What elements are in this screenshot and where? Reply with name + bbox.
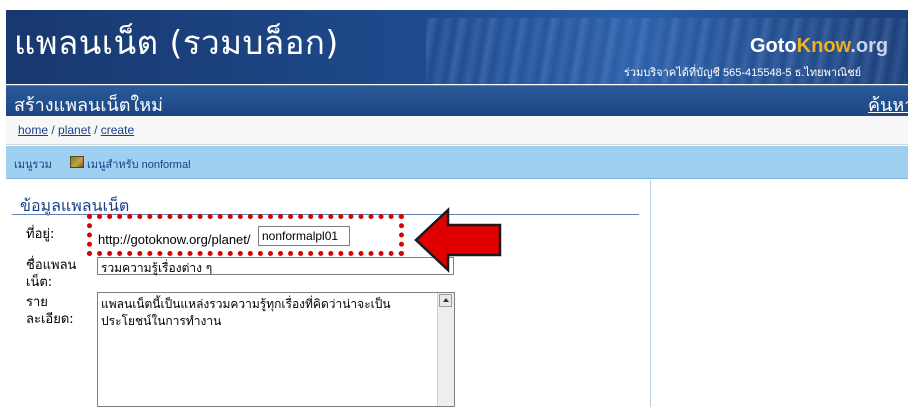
red-arrow-icon [414, 207, 502, 273]
description-label: ราย ละเอียด: [26, 294, 74, 328]
breadcrumb: home / planet / create [6, 116, 908, 145]
gotoknow-logo[interactable]: GotoKnow.org [750, 35, 888, 58]
page-titlebar: สร้างแพลนเน็ตใหม่ ค้นหา [6, 85, 908, 116]
menu-folder-icon [70, 156, 84, 168]
menu-bar: เมนูรวม เมนูสำหรับ nonformal [6, 146, 908, 179]
menu-nonformal[interactable]: เมนูสำหรับ nonformal [87, 155, 191, 173]
sidebar-divider [650, 180, 651, 407]
search-link[interactable]: ค้นหา [868, 90, 908, 119]
description-label-line2: ละเอียด: [26, 312, 74, 327]
donation-notice: ร่วมบริจาคได้ที่บัญชี 565-415548-5 ธ.ไทย… [624, 67, 862, 79]
name-label-line2: เน็ต: [26, 275, 53, 290]
name-label-line1: ชื่อแพลน [26, 258, 77, 273]
site-banner: แพลนเน็ต (รวมบล็อก) GotoKnow.org ร่วมบริ… [6, 10, 908, 84]
logo-know: Know [796, 35, 851, 57]
arrow-shape [414, 207, 502, 273]
logo-org: .org [850, 35, 889, 57]
highlight-box [87, 214, 404, 256]
logo-goto: Goto [750, 35, 797, 57]
breadcrumb-separator: / [48, 123, 59, 137]
breadcrumb-create[interactable]: create [101, 123, 134, 137]
description-label-line1: ราย [26, 295, 48, 310]
name-label: ชื่อแพลน เน็ต: [26, 257, 76, 291]
scroll-up-icon[interactable] [439, 294, 452, 307]
description-textarea[interactable]: แพลนเน็ตนี้เป็นแหล่งรวมความรู้ทุกเรื่องท… [97, 292, 455, 407]
breadcrumb-home[interactable]: home [18, 123, 48, 137]
menu-main[interactable]: เมนูรวม [14, 155, 52, 173]
breadcrumb-planet[interactable]: planet [58, 123, 91, 137]
page-title: สร้างแพลนเน็ตใหม่ [14, 95, 164, 116]
planet-name-input[interactable]: รวมความรู้เรื่องต่าง ๆ [97, 257, 454, 275]
breadcrumb-separator: / [90, 123, 101, 137]
address-label: ที่อยู่: [26, 227, 55, 242]
description-text: แพลนเน็ตนี้เป็นแหล่งรวมความรู้ทุกเรื่องท… [101, 297, 391, 328]
textarea-scrollbar[interactable] [437, 293, 454, 406]
site-title: แพลนเน็ต (รวมบล็อก) [14, 23, 339, 62]
